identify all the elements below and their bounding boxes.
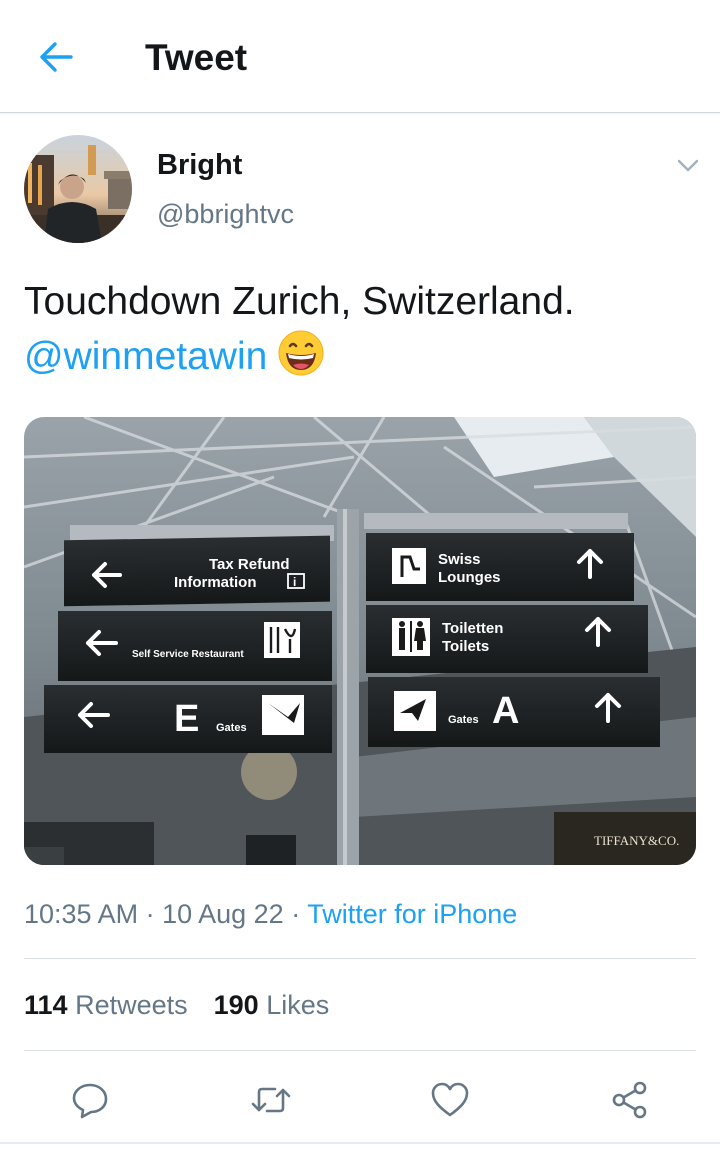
store-sign: TIFFANY&CO. [594,833,679,848]
share-button[interactable] [606,1076,654,1124]
tweet-body: Touchdown Zurich, Switzerland. [24,280,575,323]
source-link[interactable]: Twitter for iPhone [307,899,517,929]
page-title: Tweet [145,37,248,78]
tweet-metadata: 10:35 AM · 10 Aug 22 · Twitter for iPhon… [24,896,517,932]
reply-icon [72,1083,108,1119]
top-app-bar: Tweet [0,0,720,113]
sign-tax-refund: Tax Refund Information i [64,535,330,607]
tweet-mention-line: @winmetawin [24,329,704,392]
likes-count: 190 [213,990,259,1020]
retweet-button[interactable] [247,1076,295,1124]
share-icon [612,1081,647,1119]
divider [24,958,696,959]
sign-gates-a: Gates A [368,677,660,747]
timestamp: 10:35 AM · 10 Aug 22 · [24,899,308,929]
sign-swiss-lounges: Swiss Lounges [366,533,634,601]
retweets-stat[interactable]: 114 Retweets [24,990,188,1020]
sign-gate-e-letter: E [174,698,199,740]
sign-self-service: Self Service Restaurant [58,611,332,681]
sign-toilets-label: Toilets [442,638,489,655]
sign-gates-left-label: Gates [216,722,247,734]
svg-text:i: i [293,575,296,589]
tweet-photo[interactable]: TIFFANY&CO. Tax Refund Information i Sel… [24,417,696,865]
sign-gate-a-letter: A [492,690,519,732]
sign-gates-e: E Gates [44,685,332,753]
arrow-left-icon [40,42,73,72]
tweet-text: Touchdown Zurich, Switzerland. @winmetaw… [24,275,704,392]
retweets-count: 114 [24,990,68,1020]
sign-information-label: Information [174,574,257,591]
sign-gates-right-label: Gates [448,714,479,726]
grinning-face-emoji [277,329,325,392]
retweet-icon [251,1087,291,1113]
sign-toiletten-label: Toiletten [442,620,503,637]
reply-button[interactable] [66,1076,114,1124]
author-handle[interactable]: @bbrightvc [157,198,294,230]
sign-toilets: Toiletten Toilets [366,605,648,673]
tweet-action-bar [0,1070,720,1130]
chevron-down-icon [677,159,699,172]
sign-tax-refund-label: Tax Refund [209,556,290,573]
mention-link[interactable]: @winmetawin [24,335,267,378]
likes-stat[interactable]: 190 Likes [214,990,330,1020]
retweets-label: Retweets [75,990,188,1020]
sign-self-service-label: Self Service Restaurant [132,649,244,660]
sign-lounges-label: Lounges [438,569,501,586]
heart-icon [431,1082,469,1117]
author-name[interactable]: Bright [157,148,242,182]
avatar[interactable] [24,135,132,243]
divider [0,1142,720,1144]
like-button[interactable] [426,1076,474,1124]
back-button[interactable] [34,38,78,76]
likes-label: Likes [266,990,330,1020]
tweet-options-button[interactable] [672,150,704,182]
sign-swiss-label: Swiss [438,551,481,568]
divider [24,1050,696,1051]
tweet-stats: 114 Retweets 190 Likes [24,987,329,1023]
